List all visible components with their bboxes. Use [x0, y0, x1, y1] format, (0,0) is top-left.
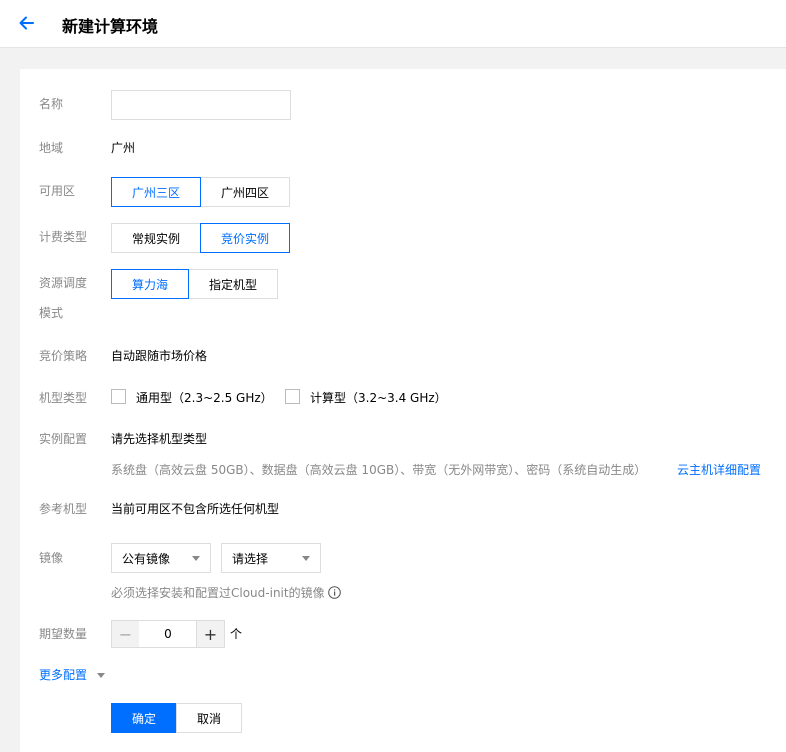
quantity-decrement-button[interactable]: −	[111, 620, 140, 648]
zone-label: 可用区	[39, 184, 76, 198]
quantity-unit: 个	[230, 627, 243, 641]
scheduling-option-compute-sea[interactable]: 算力海	[111, 269, 189, 299]
bid-strategy-label: 竞价策略	[39, 349, 88, 363]
quantity-label: 期望数量	[39, 627, 88, 641]
scheduling-label: 资源调度 模式	[39, 276, 88, 320]
chevron-down-icon	[192, 556, 200, 561]
form-card: 名称 地域 广州 可用区 广州三区 广州四区 计费类型 常规实例 竞价实例 资源…	[20, 69, 786, 752]
instance-config-detail: 系统盘（高效云盘 50GB）、数据盘（高效云盘 10GB）、带宽（无外网带宽）、…	[111, 463, 647, 477]
image-choice-select[interactable]: 请选择	[221, 543, 321, 573]
compute-optimized-checkbox[interactable]	[285, 389, 300, 404]
instance-type-label: 机型类型	[39, 391, 88, 405]
zone-option-guangzhou-4[interactable]: 广州四区	[200, 177, 290, 207]
region-label: 地域	[39, 141, 64, 155]
back-button[interactable]	[16, 12, 38, 34]
confirm-button[interactable]: 确定	[111, 703, 177, 733]
quantity-increment-button[interactable]: +	[196, 620, 225, 648]
image-source-select[interactable]: 公有镜像	[111, 543, 211, 573]
name-label: 名称	[39, 97, 64, 111]
image-source-value: 公有镜像	[122, 552, 171, 566]
reference-model-value: 当前可用区不包含所选任何机型	[111, 502, 280, 516]
top-bar: 新建计算环境	[0, 0, 786, 48]
name-input[interactable]	[111, 90, 291, 120]
more-config-toggle[interactable]: 更多配置	[39, 666, 105, 684]
arrow-left-icon	[19, 16, 34, 30]
page-title: 新建计算环境	[62, 17, 159, 36]
image-choice-value: 请选择	[232, 552, 269, 566]
billing-option-spot[interactable]: 竞价实例	[200, 223, 290, 253]
scheduling-option-specified-model[interactable]: 指定机型	[188, 269, 278, 299]
instance-config-detail-link[interactable]: 云主机详细配置	[677, 461, 761, 479]
quantity-value[interactable]: 0	[139, 620, 197, 648]
info-icon[interactable]	[328, 586, 342, 599]
cancel-button[interactable]: 取消	[176, 703, 242, 733]
caret-down-icon	[96, 673, 105, 678]
reference-model-label: 参考机型	[39, 502, 88, 516]
billing-label: 计费类型	[39, 230, 88, 244]
instance-config-label: 实例配置	[39, 432, 88, 446]
image-label: 镜像	[39, 551, 64, 565]
region-value: 广州	[111, 141, 136, 155]
general-purpose-label: 通用型（2.3~2.5 GHz）	[136, 391, 273, 405]
compute-optimized-label: 计算型（3.2~3.4 GHz）	[310, 391, 447, 405]
chevron-down-icon	[302, 556, 310, 561]
general-purpose-checkbox[interactable]	[111, 389, 126, 404]
instance-config-value: 请先选择机型类型	[111, 432, 208, 446]
bid-strategy-value: 自动跟随市场价格	[111, 349, 208, 363]
zone-option-guangzhou-3[interactable]: 广州三区	[111, 177, 201, 207]
billing-option-regular[interactable]: 常规实例	[111, 223, 201, 253]
image-hint: 必须选择安装和配置过Cloud-init的镜像	[111, 584, 342, 602]
